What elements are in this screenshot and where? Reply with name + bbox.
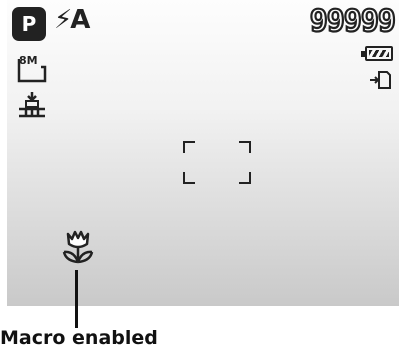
af-frame-top-right [239, 141, 251, 153]
af-frame-top-left [183, 141, 195, 153]
af-frame-bottom-right [239, 172, 251, 184]
macro-flower-icon [62, 230, 94, 268]
quality-icon [17, 91, 47, 123]
flash-auto-indicator: ⚡A [54, 5, 90, 35]
image-size-label: 8M [19, 54, 38, 67]
image-size-8m-icon: 8M [17, 55, 49, 87]
memory-card-icon [369, 70, 391, 94]
macro-caption: Macro enabled [0, 327, 158, 349]
camera-lcd-screen: P ⚡A 99999 8M [7, 0, 399, 306]
callout-line [75, 270, 78, 328]
remaining-shots-counter: 99999 [309, 3, 398, 40]
af-frame-bottom-left [183, 172, 195, 184]
program-mode-badge: P [12, 7, 46, 41]
mode-label: P [21, 12, 37, 36]
battery-icon [361, 46, 393, 61]
